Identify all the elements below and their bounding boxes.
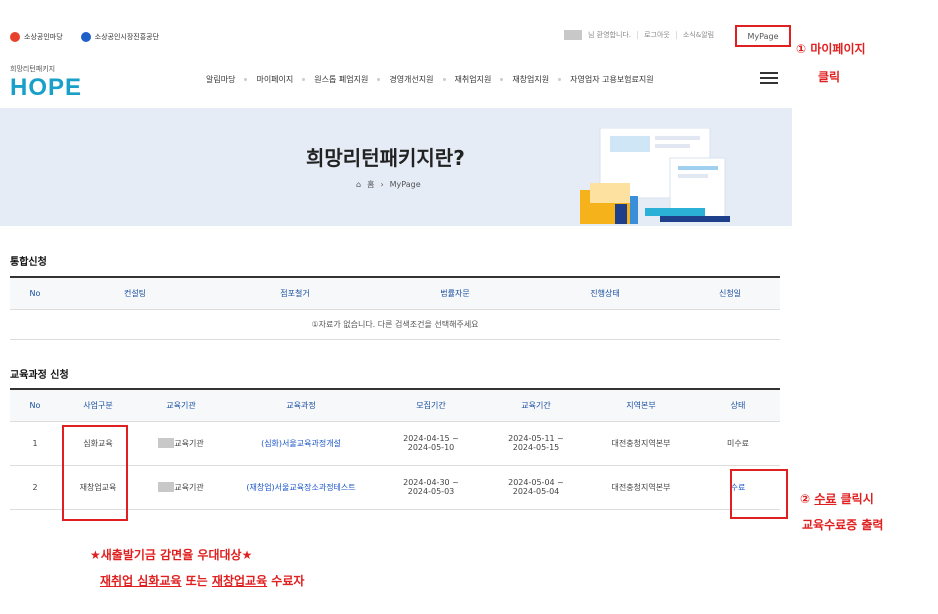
nav-item-reemployment[interactable]: 재취업지원 xyxy=(455,74,492,85)
cell-no: 1 xyxy=(10,421,60,466)
nav-dot xyxy=(377,78,381,81)
annotation-step1-line2: 클릭 xyxy=(818,70,841,84)
col-header: 점포철거 xyxy=(210,276,380,310)
logout-link[interactable]: 로그아웃 xyxy=(644,30,670,40)
annotation-step1: ① 마이페이지 xyxy=(796,42,866,56)
brand2-label: 소상공인시장진흥공단 xyxy=(94,33,160,41)
mypage-button[interactable]: MyPage xyxy=(735,25,791,47)
cell-org: 교육기관 xyxy=(136,421,226,466)
nav-item-notice[interactable]: 알림마당 xyxy=(206,74,235,85)
annotation-step2-link: 수료 xyxy=(814,492,837,506)
col-header: 컨설팅 xyxy=(60,276,210,310)
annotation-step2-suffix: 클릭시 xyxy=(836,492,874,506)
breadcrumb-current: MyPage xyxy=(389,180,421,189)
home-icon[interactable]: ⌂ xyxy=(356,180,361,189)
nav-item-insurance[interactable]: 자영업자 고용보험료지원 xyxy=(570,74,654,85)
note-restart: 재창업교육 xyxy=(211,574,268,588)
annotation-step2-prefix: ② xyxy=(800,492,815,506)
nav-dot xyxy=(500,78,504,81)
nav-item-mypage[interactable]: 마이페이지 xyxy=(256,74,293,85)
col-header: 모집기간 xyxy=(376,388,486,422)
nav-item-restart[interactable]: 재창업지원 xyxy=(512,74,549,85)
brand1-label: 소상공인마당 xyxy=(24,33,63,41)
cell-status: 미수료 xyxy=(696,421,780,466)
note-reemployment: 재취업 심화교육 xyxy=(100,574,182,588)
highlight-business-type xyxy=(62,425,128,521)
col-header: 사업구분 xyxy=(60,388,136,422)
divider xyxy=(637,31,639,39)
col-header: 법률자문 xyxy=(380,276,530,310)
top-brand-links: 소상공인마당 소상공인시장진흥공단 xyxy=(10,32,159,42)
col-header: 신청일 xyxy=(680,276,780,310)
cell-no: 2 xyxy=(10,465,60,510)
note-completer: 수료자 xyxy=(267,574,305,588)
redacted-username xyxy=(564,30,582,40)
page-title: 희망리턴패키지란? xyxy=(306,146,465,170)
sbiz-logo-icon xyxy=(80,32,91,42)
col-header: 지역본부 xyxy=(586,388,696,422)
table-header-row: No 사업구분 교육기관 교육과정 모집기간 교육기간 지역본부 상태 xyxy=(10,388,780,422)
breadcrumb: ⌂ 홈 › MyPage xyxy=(356,179,421,190)
col-header: 교육기간 xyxy=(486,388,586,422)
nav-item-management[interactable]: 경영개선지원 xyxy=(389,74,433,85)
note-priority-target: ★새출발기금 감면율 우대대상★ xyxy=(90,548,253,562)
integrated-section-title: 통합신청 xyxy=(10,257,47,268)
cell-recruit: 2024-04-15 ~ 2024-05-10 xyxy=(376,421,486,466)
top-user-links: 님 환영합니다. 로그아웃 소식&알림 xyxy=(564,30,714,40)
hope-logo[interactable]: HOPE xyxy=(10,74,82,102)
col-header: No xyxy=(10,276,60,310)
note-or: 또는 xyxy=(181,574,212,588)
course-link[interactable]: (재창업)서울교육장소과정테스트 xyxy=(226,465,376,510)
divider xyxy=(675,31,677,39)
col-header: 상태 xyxy=(696,388,780,422)
cell-period: 2024-05-04 ~ 2024-05-04 xyxy=(486,465,586,510)
welcome-text: 님 환영합니다. xyxy=(588,31,632,39)
redacted-org xyxy=(158,438,175,448)
course-link[interactable]: (심화)서울교육과정개설 xyxy=(226,421,376,466)
col-header: 교육기관 xyxy=(136,388,226,422)
empty-message: ①자료가 없습니다. 다른 검색조건을 선택해주세요 xyxy=(10,309,780,340)
main-nav: 알림마당 마이페이지 원스톱 폐업지원 경영개선지원 재취업지원 재창업지원 자… xyxy=(206,74,654,85)
cell-org-label: 교육기관 xyxy=(174,438,204,448)
col-header: 교육과정 xyxy=(226,388,376,422)
hero-banner: 희망리턴패키지란? ⌂ 홈 › MyPage xyxy=(0,108,792,226)
nav-dot xyxy=(244,78,248,81)
redacted-org xyxy=(158,482,175,492)
breadcrumb-home[interactable]: 홈 xyxy=(367,179,374,190)
col-header: 진행상태 xyxy=(530,276,680,310)
news-link[interactable]: 소식&알림 xyxy=(683,30,714,40)
integrated-table: No 컨설팅 점포철거 법률자문 진행상태 신청일 ①자료가 없습니다. 다른 … xyxy=(10,276,780,340)
cell-region: 대전충청지역본부 xyxy=(586,421,696,466)
sosanggong-logo-icon xyxy=(10,32,20,42)
nav-dot xyxy=(442,78,446,81)
nav-dot xyxy=(558,78,562,81)
main-header: 희망리턴패키지 HOPE 알림마당 마이페이지 원스톱 폐업지원 경영개선지원 … xyxy=(0,52,800,102)
annotation-step2-line2: 교육수료증 출력 xyxy=(802,518,884,532)
cell-period: 2024-05-11 ~ 2024-05-15 xyxy=(486,421,586,466)
education-section-title: 교육과정 신청 xyxy=(10,370,69,381)
brand-link-sosanggong-madang[interactable]: 소상공인마당 xyxy=(10,32,63,42)
highlight-completion xyxy=(730,469,788,519)
cell-org: 교육기관 xyxy=(136,465,226,510)
table-header-row: No 컨설팅 점포철거 법률자문 진행상태 신청일 xyxy=(10,276,780,310)
annotation-step2: ② 수료 클릭시 xyxy=(800,490,874,507)
nav-item-closure[interactable]: 원스톱 폐업지원 xyxy=(314,74,368,85)
top-utility-bar: 소상공인마당 소상공인시장진흥공단 님 환영합니다. 로그아웃 소식&알림 xyxy=(0,28,800,46)
logo-subtitle: 희망리턴패키지 xyxy=(10,65,56,73)
documents-illustration xyxy=(580,128,730,224)
brand-link-sbiz[interactable]: 소상공인시장진흥공단 xyxy=(80,32,160,42)
cell-region: 대전충청지역본부 xyxy=(586,465,696,510)
nav-dot xyxy=(302,78,306,81)
cell-org-label: 교육기관 xyxy=(174,482,204,492)
cell-recruit: 2024-04-30 ~ 2024-05-03 xyxy=(376,465,486,510)
table-row: ①자료가 없습니다. 다른 검색조건을 선택해주세요 xyxy=(10,309,780,340)
note-eligibility: 재취업 심화교육 또는 재창업교육 수료자 xyxy=(100,572,304,589)
hamburger-menu-icon[interactable] xyxy=(760,72,778,84)
col-header: No xyxy=(10,388,60,422)
chevron-right-icon: › xyxy=(380,180,384,189)
